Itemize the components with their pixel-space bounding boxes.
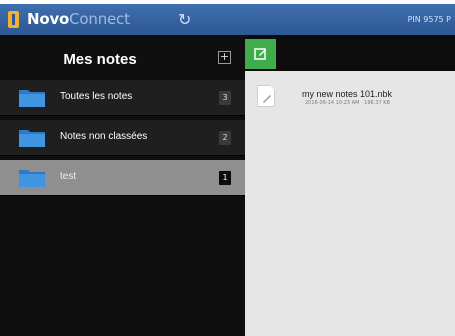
brand-light: Connect <box>69 10 130 28</box>
folder-item-toutes-les-notes[interactable]: Toutes les notes 3 <box>0 80 245 116</box>
note-file-icon <box>257 85 275 107</box>
folder-icon <box>19 130 45 147</box>
app-brand: NovoConnect <box>27 10 130 29</box>
folder-icon <box>19 90 45 107</box>
notes-sidebar: Mes notes + Toutes les notes 3 Notes non… <box>0 35 245 336</box>
folder-label: Notes non classées <box>60 131 148 142</box>
folder-label: Toutes les notes <box>60 91 133 102</box>
notes-list-panel: my new notes 101.nbk 2016-06-14 10:23 AM… <box>245 35 455 336</box>
note-meta: 2016-06-14 10:23 AM · 196.37 KB <box>305 100 390 106</box>
folder-count-badge: 2 <box>219 131 231 145</box>
edit-icon <box>254 48 266 60</box>
novoconnect-logo-icon <box>8 11 19 28</box>
folder-count-badge: 1 <box>219 171 231 185</box>
folder-label: test <box>60 171 77 182</box>
sidebar-title: Mes notes <box>63 51 137 68</box>
app-window: NovoConnect ↻ PIN 9575 P Mes notes + Tou… <box>0 0 455 336</box>
brand-bold: Novo <box>27 10 70 28</box>
new-note-button[interactable] <box>245 39 276 69</box>
pin-label: PIN 9575 P <box>407 15 451 24</box>
note-title: my new notes 101.nbk <box>302 89 393 99</box>
folder-count-badge: 3 <box>219 91 231 105</box>
folder-icon <box>19 170 45 187</box>
sync-icon[interactable]: ↻ <box>178 10 191 29</box>
add-folder-button[interactable]: + <box>218 51 231 64</box>
sidebar-header: Mes notes + <box>0 43 245 79</box>
notes-toolbar <box>245 35 455 71</box>
folder-item-test[interactable]: test 1 <box>0 160 245 196</box>
note-list-item[interactable]: my new notes 101.nbk 2016-06-14 10:23 AM… <box>245 79 455 119</box>
top-bar: NovoConnect ↻ PIN 9575 P <box>0 4 455 35</box>
folder-item-notes-non-classees[interactable]: Notes non classées 2 <box>0 120 245 156</box>
